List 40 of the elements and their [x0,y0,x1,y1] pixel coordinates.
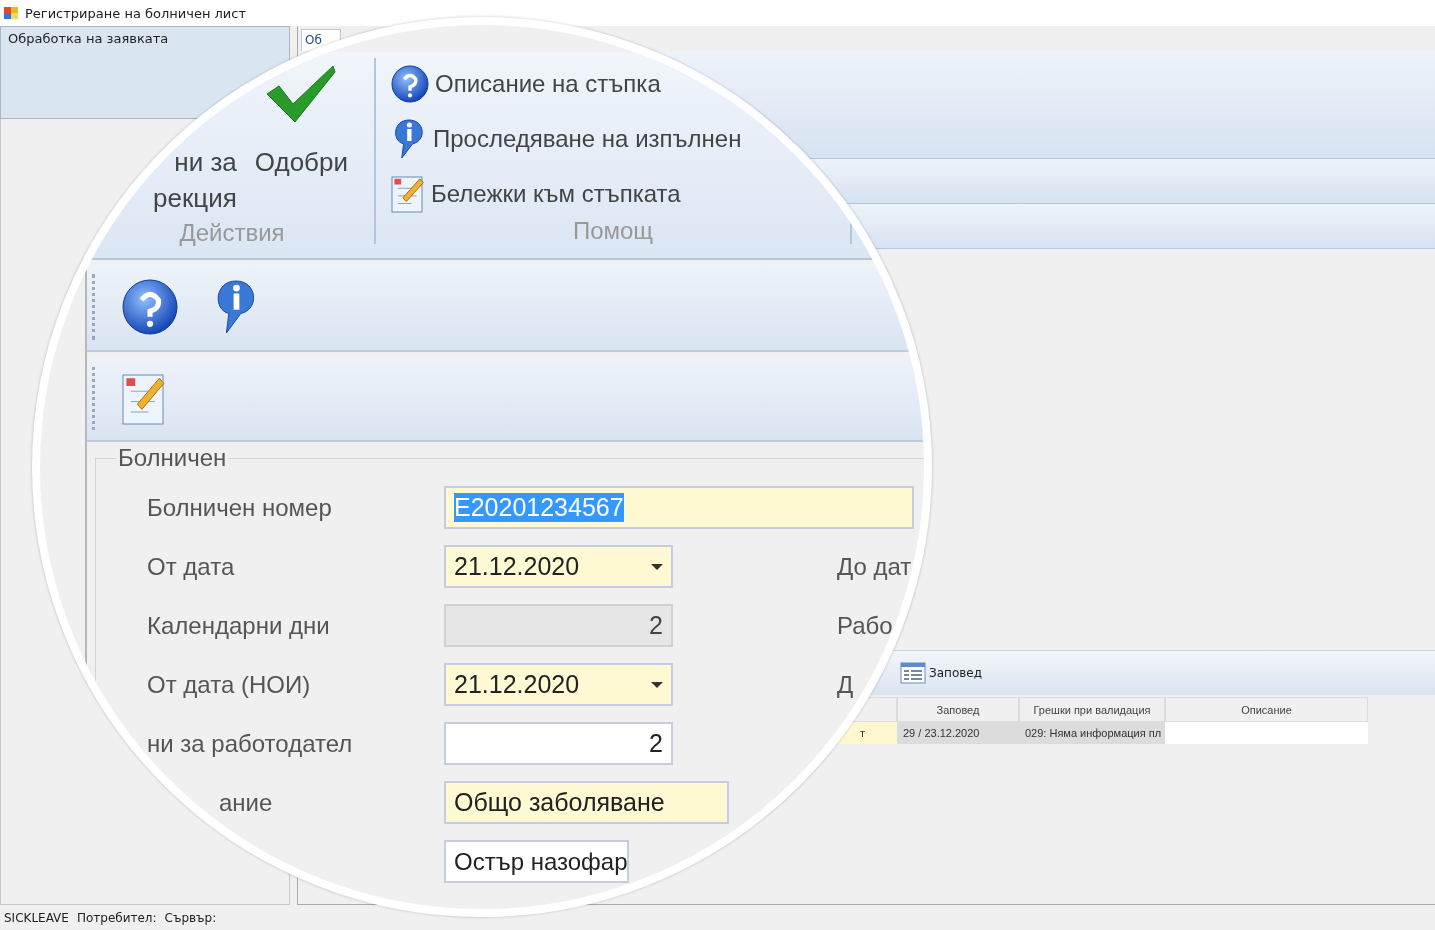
table-cell: 029: Няма информация пл [1019,722,1165,744]
notes-icon[interactable] [122,372,166,425]
field-label: Календарни дни [146,610,331,641]
button-label[interactable]: рекция [153,180,237,216]
date-dropdown[interactable]: 21.12.2020 [444,545,673,588]
field-label: Рабо [837,610,893,641]
column-header: Грешки при валидация [1019,697,1165,722]
ribbon-link[interactable]: Описание на стъпка [435,70,661,98]
column-header: Описание [1165,697,1368,722]
window-title: Регистриране на болничен лист [25,5,246,21]
status-text: Потребител: [76,910,157,925]
notes-icon [391,175,425,213]
field-label: До дат [837,551,912,582]
status-text: Сървър: [164,910,217,925]
button-label[interactable]: Одобри [254,144,348,180]
button-label[interactable]: ни за [174,144,237,180]
input-field[interactable]: Остър назофар [444,840,629,883]
table-cell: 29 / 23.12.2020 [897,722,1019,744]
input-field[interactable]: 2 [444,722,673,765]
ribbon-link[interactable]: Проследяване на изпълнен [433,125,742,153]
dropdown-arrow-icon[interactable] [651,563,663,570]
help-icon [391,65,429,103]
field-label: ни за работодател [146,728,354,759]
field-label: Д [837,669,854,700]
field-label: От дата [146,551,236,582]
dropdown-arrow-icon[interactable] [651,681,663,688]
checkmark-icon[interactable] [265,64,338,124]
group-label: Помощ [571,216,655,246]
list-icon[interactable] [900,662,926,684]
help-icon[interactable] [122,279,178,335]
field-label: От дата (НОИ) [146,669,312,700]
status-text: SICKLEAVE [4,910,69,925]
ribbon-link[interactable]: Бележки към стъпката [431,180,681,208]
app-icon [3,5,19,21]
input-field[interactable]: Общо заболяване [444,781,729,824]
toolbar-label[interactable]: Заповед [929,666,982,680]
date-dropdown[interactable]: 21.12.2020 [444,663,673,706]
group-label: Действия [178,218,286,248]
field-label: ание [218,787,274,818]
field-label: Болничен номер [146,492,333,523]
